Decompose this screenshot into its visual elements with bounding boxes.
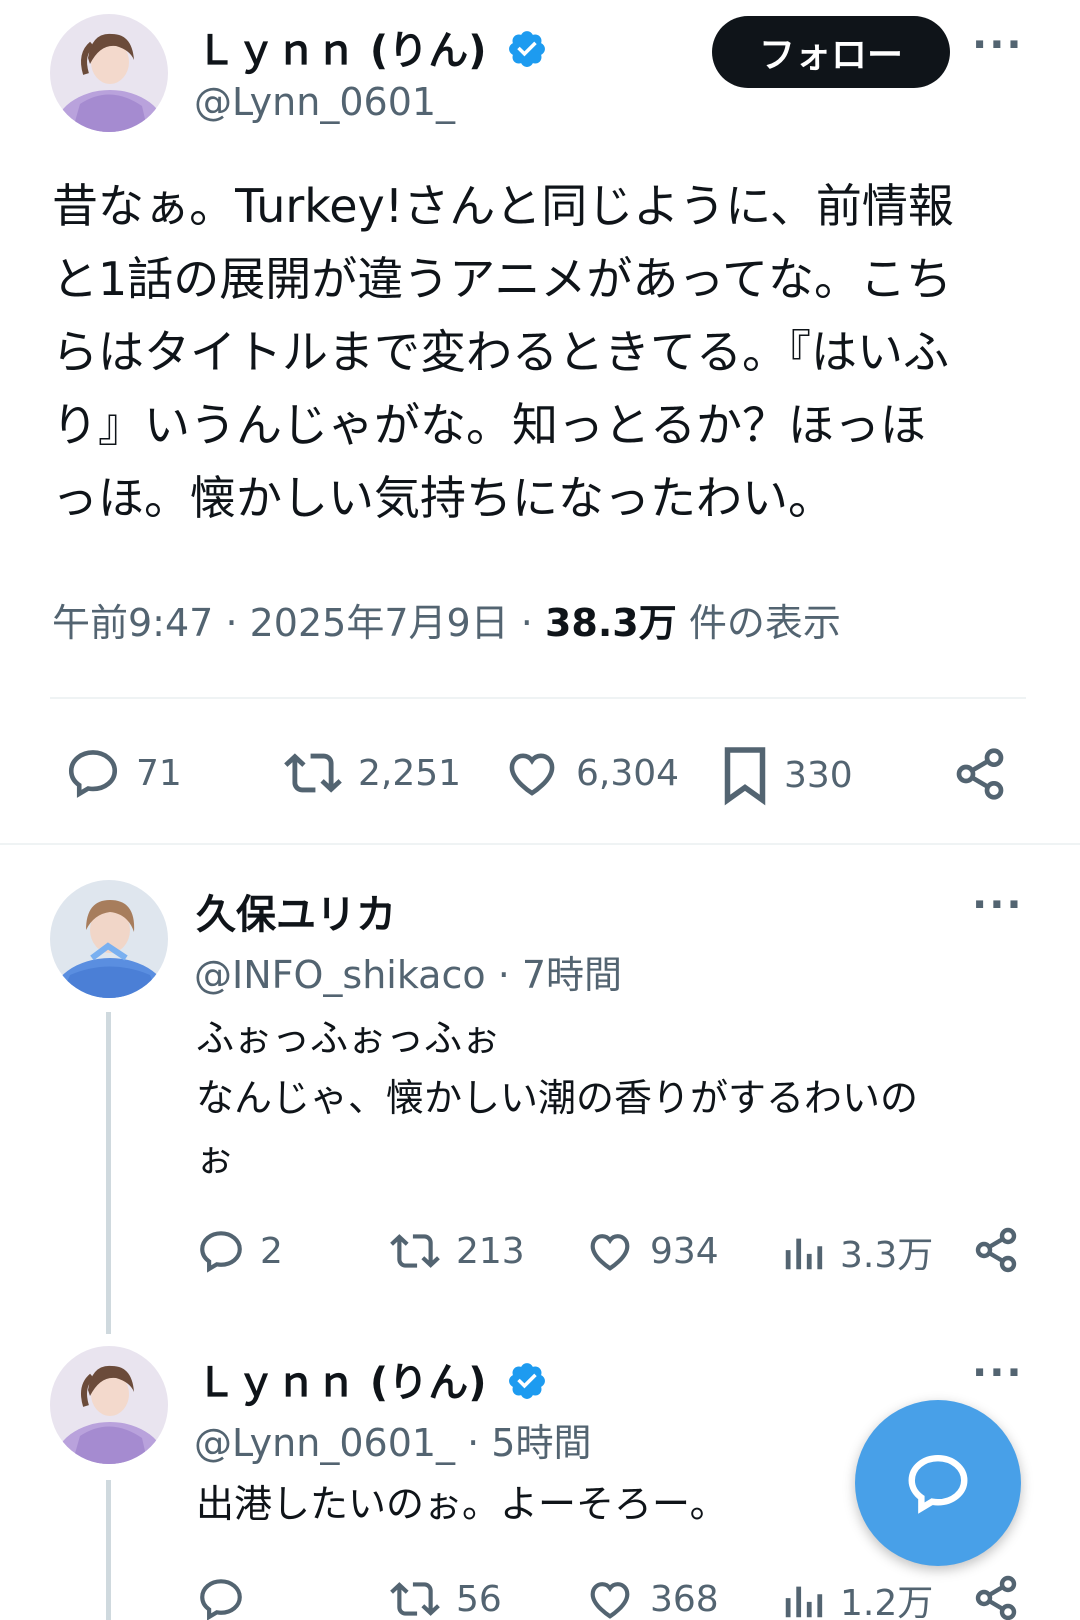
post-text-line: と1話の展開が違うアニメがあってな。こち: [52, 252, 953, 306]
share-button[interactable]: [972, 1226, 1020, 1274]
compose-reply-icon: [908, 1454, 968, 1514]
share-icon: [975, 1227, 1017, 1273]
meta-separator: ·: [225, 601, 238, 645]
retweet-button[interactable]: 2,251: [282, 744, 461, 802]
reply-count: 2: [260, 1230, 283, 1272]
share-icon: [975, 1575, 1017, 1620]
verified-badge-icon: [509, 1363, 546, 1399]
retweet-icon: [390, 1234, 440, 1268]
bookmark-button[interactable]: 330: [720, 744, 853, 806]
retweet-icon: [284, 753, 342, 793]
author-name-text: Ｌｙｎｎ (りん): [196, 28, 487, 74]
heart-icon: [590, 1582, 630, 1619]
reply-time[interactable]: · 5時間: [467, 1421, 591, 1465]
bar-chart-icon: [785, 1238, 823, 1270]
retweet-button[interactable]: 213: [388, 1226, 525, 1276]
author-avatar[interactable]: [50, 14, 168, 132]
speech-bubble-icon: [200, 1231, 242, 1273]
retweet-count: 2,251: [358, 752, 462, 794]
divider: [50, 697, 1026, 699]
reply-handle[interactable]: @Lynn_0601_: [194, 1421, 455, 1465]
heart-icon: [509, 753, 555, 796]
post-date[interactable]: 2025年7月9日: [250, 601, 509, 645]
like-count: 6,304: [576, 752, 680, 794]
view-label: 件の表示: [688, 601, 841, 645]
reply-time[interactable]: · 7時間: [498, 953, 622, 997]
bookmark-icon: [724, 747, 766, 806]
post-text-line: らはタイトルまで変わるときてる。『はいふ: [52, 325, 949, 379]
thread-line: [106, 1480, 111, 1620]
meta-separator: ·: [520, 601, 533, 645]
reply-handle[interactable]: @INFO_shikaco: [194, 953, 486, 997]
reply-author-name[interactable]: 久保ユリカ: [196, 882, 396, 940]
retweet-count: 56: [456, 1578, 502, 1620]
heart-icon: [590, 1234, 630, 1271]
reply-text-line: ぉ: [196, 1136, 235, 1180]
view-count[interactable]: 38.3万: [545, 601, 677, 645]
share-icon: [956, 748, 1004, 800]
speech-bubble-icon: [200, 1579, 242, 1620]
share-button[interactable]: [952, 746, 1008, 802]
views-button[interactable]: 3.3万: [780, 1226, 933, 1278]
more-options-icon[interactable]: ···: [972, 1350, 1024, 1396]
reply-text-line: ふぉっふぉっふぉ: [196, 1016, 501, 1060]
section-divider: [0, 843, 1080, 845]
reply-button[interactable]: 71: [64, 744, 182, 802]
more-options-icon[interactable]: ···: [972, 882, 1024, 928]
reply-text: ふぉっふぉっふぉ なんじゃ、懐かしい潮の香りがするわいの ぉ: [196, 1008, 1036, 1188]
like-button[interactable]: 934: [584, 1226, 719, 1276]
follow-button[interactable]: フォロー: [712, 16, 950, 88]
author-name[interactable]: Ｌｙｎｎ (りん): [196, 18, 548, 76]
reply-text-line: なんじゃ、懐かしい潮の香りがするわいの: [196, 1076, 919, 1120]
retweet-icon: [390, 1582, 440, 1616]
view-count: 1.2万: [840, 1583, 934, 1620]
verified-badge-icon: [509, 31, 546, 67]
more-options-icon[interactable]: ···: [972, 22, 1024, 68]
reply-handle-line: @Lynn_0601_ · 5時間: [194, 1412, 591, 1467]
author-handle[interactable]: @Lynn_0601_: [194, 80, 455, 124]
share-button[interactable]: [972, 1574, 1020, 1620]
bar-chart-icon: [785, 1586, 823, 1618]
retweet-count: 213: [456, 1230, 525, 1272]
views-button[interactable]: 1.2万: [780, 1574, 933, 1620]
thread-line: [106, 1012, 111, 1334]
reply-avatar[interactable]: [50, 880, 168, 998]
bookmark-count: 330: [784, 754, 853, 796]
reply-button[interactable]: [196, 1574, 260, 1620]
post-text: 昔なぁ。Turkey!さんと同じように、前情報 と1話の展開が違うアニメがあって…: [52, 170, 1037, 535]
reply-author-name-text: Ｌｙｎｎ (りん): [196, 1360, 487, 1406]
reply-count: 71: [136, 752, 182, 794]
like-button[interactable]: 6,304: [502, 744, 679, 802]
speech-bubble-icon: [68, 750, 118, 798]
reply-avatar[interactable]: [50, 1346, 168, 1464]
reply-author-name[interactable]: Ｌｙｎｎ (りん): [196, 1350, 548, 1408]
reply-handle-line: @INFO_shikaco · 7時間: [194, 944, 622, 999]
like-count: 368: [650, 1578, 719, 1620]
compose-reply-button[interactable]: [855, 1400, 1021, 1566]
view-count: 3.3万: [840, 1235, 934, 1276]
post-meta: 午前9:47 · 2025年7月9日 · 38.3万 件の表示: [52, 592, 841, 647]
retweet-button[interactable]: 56: [388, 1574, 502, 1620]
post-time[interactable]: 午前9:47: [52, 601, 213, 645]
post-text-line: 昔なぁ。Turkey!さんと同じように、前情報: [52, 179, 954, 233]
post-text-line: っほ。懐かしい気持ちになったわい。: [52, 471, 834, 525]
like-button[interactable]: 368: [584, 1574, 719, 1620]
reply-button[interactable]: 2: [196, 1226, 283, 1276]
post-text-line: り』いうんじゃがな。知っとるか？ほっほ: [52, 398, 926, 452]
like-count: 934: [650, 1230, 719, 1272]
